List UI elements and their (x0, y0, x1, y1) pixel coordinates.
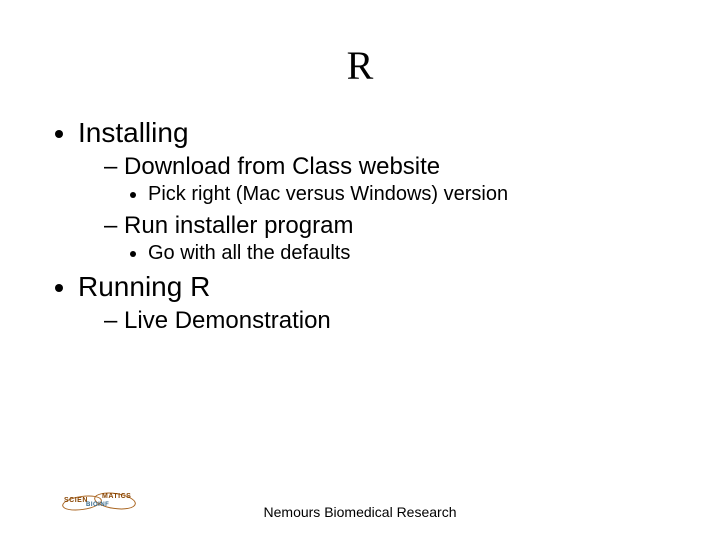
bullet-label: Installing (78, 117, 189, 148)
bullet-label: Live Demonstration (124, 307, 331, 334)
slide-title: R (0, 0, 720, 117)
bullet-installing: Installing Download from Class website P… (78, 117, 680, 265)
bullet-list-level2: Download from Class website Pick right (… (78, 153, 680, 265)
slide-content: Installing Download from Class website P… (0, 117, 720, 335)
bullet-run-installer: Run installer program Go with all the de… (104, 212, 680, 265)
bullet-list-level2: Live Demonstration (78, 307, 680, 335)
logo-text-right: MATICS (102, 493, 131, 500)
bullet-running-r: Running R Live Demonstration (78, 271, 680, 335)
bullet-download: Download from Class website Pick right (… (104, 153, 680, 206)
logo-text-left: SCIEN (64, 497, 88, 504)
bullet-live-demo: Live Demonstration (104, 307, 680, 335)
bullet-label: Download from Class website (124, 153, 440, 180)
bullet-label: Run installer program (124, 212, 353, 239)
bullet-pick-right: Pick right (Mac versus Windows) version (148, 183, 680, 206)
bullet-list-level3: Go with all the defaults (104, 242, 680, 265)
bullet-list-level3: Pick right (Mac versus Windows) version (104, 183, 680, 206)
slide: R Installing Download from Class website… (0, 0, 720, 540)
bullet-label: Running R (78, 271, 210, 302)
footer-text: Nemours Biomedical Research (0, 504, 720, 520)
bullet-defaults: Go with all the defaults (148, 242, 680, 265)
bullet-list-level1: Installing Download from Class website P… (52, 117, 680, 335)
